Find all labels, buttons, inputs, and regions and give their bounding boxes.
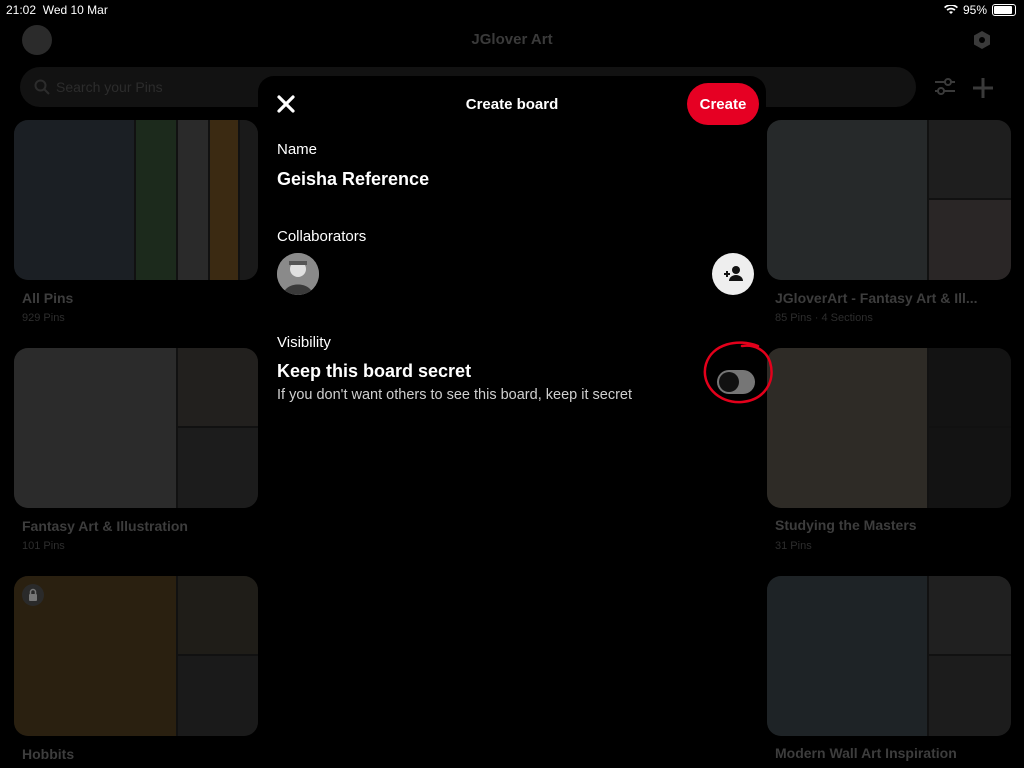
status-right: 95% — [943, 3, 1016, 17]
board-modern-wall-art[interactable] — [767, 576, 1011, 736]
status-time-date: 21:02 Wed 10 Mar — [6, 3, 108, 17]
board-subtitle: 85 Pins · 4 Sections — [775, 312, 873, 324]
wifi-icon — [943, 5, 958, 14]
board-title: Studying the Masters — [775, 517, 917, 533]
status-time: 21:02 — [6, 3, 37, 17]
collaborator-avatar — [277, 253, 319, 295]
secret-title: Keep this board secret — [277, 361, 472, 381]
board-thumbnail — [210, 120, 238, 280]
board-thumbnail — [929, 348, 1011, 426]
board-name-field[interactable]: Geisha Reference — [277, 169, 429, 190]
board-thumbnail — [178, 576, 258, 654]
secret-toggle[interactable] — [717, 370, 755, 394]
search-placeholder: Search your Pins — [56, 79, 163, 95]
board-hobbits[interactable] — [14, 576, 258, 736]
board-title: Fantasy Art & Illustration — [22, 518, 188, 534]
board-thumbnail — [929, 428, 1011, 508]
board-subtitle: 929 Pins — [22, 312, 65, 324]
secret-description: If you don't want others to see this boa… — [277, 387, 632, 403]
plus-icon[interactable] — [972, 77, 994, 99]
board-thumbnail — [929, 656, 1011, 736]
board-thumbnail — [929, 200, 1011, 280]
name-label: Name — [277, 141, 318, 158]
add-person-icon — [724, 266, 743, 281]
board-jgloverart[interactable] — [767, 120, 1011, 280]
board-title: All Pins — [22, 290, 74, 306]
board-thumbnail — [178, 348, 258, 426]
status-bar: 21:02 Wed 10 Mar 95% — [0, 0, 1024, 20]
visibility-label: Visibility — [277, 334, 331, 351]
board-subtitle: 101 Pins — [22, 540, 65, 552]
board-thumbnail — [240, 120, 258, 280]
add-collaborator-button[interactable] — [712, 253, 754, 295]
board-thumbnail — [14, 120, 134, 280]
toggle-knob — [719, 372, 739, 392]
app-title: JGlover Art — [471, 31, 553, 48]
board-thumbnail — [929, 576, 1011, 654]
battery-percent: 95% — [962, 3, 987, 17]
create-board-modal: Create board Create Name Geisha Referenc… — [258, 76, 766, 768]
filter-icon[interactable] — [934, 77, 956, 97]
battery-icon — [992, 4, 1016, 16]
board-title: Modern Wall Art Inspiration — [775, 745, 957, 761]
hexagon-settings-icon[interactable] — [973, 30, 991, 50]
board-thumbnail — [136, 120, 176, 280]
board-studying-masters[interactable] — [767, 348, 1011, 508]
board-title: JGloverArt - Fantasy Art & Ill... — [775, 290, 978, 306]
create-button[interactable]: Create — [687, 83, 759, 125]
collaborators-label: Collaborators — [277, 228, 367, 245]
board-all-pins[interactable] — [14, 120, 258, 280]
board-thumbnail — [767, 120, 927, 280]
board-title: Hobbits — [22, 746, 75, 762]
board-subtitle: 31 Pins — [775, 540, 812, 552]
board-thumbnail — [929, 120, 1011, 198]
search-icon — [34, 79, 50, 95]
board-fantasy-art[interactable] — [14, 348, 258, 508]
status-date: Wed 10 Mar — [42, 3, 108, 17]
board-thumbnail — [178, 428, 258, 508]
lock-icon — [22, 584, 44, 606]
board-thumbnail — [178, 656, 258, 736]
board-thumbnail — [767, 576, 927, 736]
board-thumbnail — [14, 348, 176, 508]
board-thumbnail — [767, 348, 927, 508]
board-thumbnail — [178, 120, 208, 280]
